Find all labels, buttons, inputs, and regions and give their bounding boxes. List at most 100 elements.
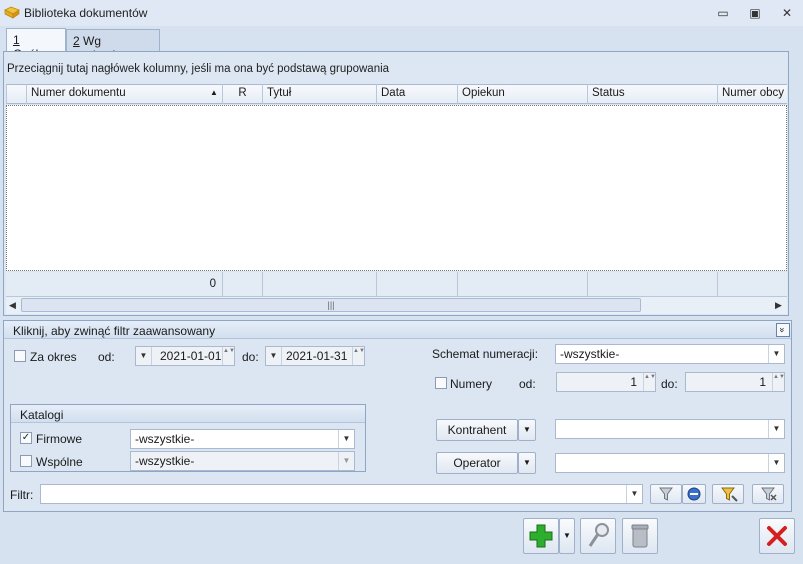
footer-cell-opiekun [457,272,587,297]
za-okres-label: Za okres [30,350,77,364]
tab-wg-atrybutow[interactable]: 2 Wg atrybutów [66,29,160,62]
numery-checkbox[interactable] [435,377,447,389]
checkmark-icon: ✓ [21,432,31,443]
apply-filter-button[interactable] [650,484,682,504]
numery-to-value: 1 [759,375,766,389]
column-numer-obcy[interactable]: Numer obcy [717,84,787,104]
filter-settings-button[interactable] [712,484,744,504]
minimize-icon: ▭ [717,6,729,20]
funnel-edit-icon [687,487,701,501]
katalogi-title: Katalogi [20,408,64,422]
group-by-hint[interactable]: Przeciągnij tutaj nagłówek kolumny, jeśl… [7,63,389,75]
filter-collapse-hint[interactable]: Kliknij, aby zwinąć filtr zaawansowany [13,324,215,338]
date-from-field[interactable]: ▼ 2021-01-01 ▲▼ [135,346,235,366]
kontrahent-dropdown-icon[interactable]: ▼ [768,420,784,438]
funnel-icon [659,487,673,501]
schemat-numeracji-label: Schemat numeracji: [432,347,539,361]
scrollbar-thumb[interactable]: ||| [21,298,641,312]
schemat-dropdown-icon[interactable]: ▼ [768,345,784,363]
minimize-button[interactable]: ▭ [714,5,732,21]
close-window-button[interactable]: ✕ [778,5,796,21]
add-menu-chevron-down-icon: ▼ [563,531,571,540]
date-from-spin-icon[interactable]: ▲▼ [222,347,235,365]
date-to-spin-icon[interactable]: ▲▼ [352,347,365,365]
column-opiekun[interactable]: Opiekun [457,84,587,104]
numery-from-value: 1 [630,375,637,389]
filtr-dropdown-icon[interactable]: ▼ [626,485,642,503]
footer-cell-status [587,272,717,297]
footer-cell-tytul [262,272,376,297]
numery-from-spin-icon[interactable]: ▲▼ [643,373,656,391]
collapse-filter-button[interactable]: » [776,323,790,337]
wspolne-select[interactable]: -wszystkie- ▼ [130,451,355,471]
date-from-label: od: [98,350,115,364]
column-r[interactable]: R [222,84,262,104]
firmowe-dropdown-icon[interactable]: ▼ [338,430,354,448]
column-data[interactable]: Data [376,84,457,104]
operator-menu-button[interactable]: ▼ [518,452,536,474]
grid-body[interactable] [6,105,787,271]
footer-cell-numer-obcy [717,272,787,297]
magnifier-icon [588,523,609,547]
wspolne-dropdown-icon[interactable]: ▼ [338,452,354,470]
kontrahent-select[interactable]: ▼ [555,419,785,439]
filtr-input[interactable]: ▼ [40,484,643,504]
close-red-x-icon [767,526,787,546]
clear-filter-button[interactable] [752,484,784,504]
grid-header-indicator [6,84,26,104]
date-to-dropdown-icon[interactable]: ▼ [266,347,282,365]
firmowe-select[interactable]: -wszystkie- ▼ [130,429,355,449]
sort-ascending-icon: ▲ [210,88,218,97]
firmowe-label: Firmowe [36,432,83,446]
add-document-menu-button[interactable]: ▼ [559,518,575,554]
date-to-field[interactable]: ▼ 2021-01-31 ▲▼ [265,346,365,366]
column-tytul[interactable]: Tytuł [262,84,376,104]
za-okres-checkbox[interactable] [14,350,26,362]
double-chevron-icon: » [777,327,788,333]
scroll-right-icon[interactable]: ▶ [775,300,782,311]
numery-from-label: od: [519,377,536,391]
filter-builder-button[interactable] [682,484,706,504]
add-document-button[interactable] [523,518,559,554]
folder-books-icon [4,6,20,19]
delete-document-button[interactable] [622,518,658,554]
date-from-value: 2021-01-01 [160,349,222,363]
scroll-left-icon[interactable]: ◀ [9,300,16,311]
wspolne-label: Wspólne [36,455,83,469]
footer-cell-data [376,272,457,297]
kontrahent-menu-button[interactable]: ▼ [518,419,536,441]
date-to-label: do: [242,350,259,364]
katalogi-header [11,405,365,423]
schemat-numeracji-select[interactable]: -wszystkie- ▼ [555,344,785,364]
trash-icon [631,524,649,548]
date-from-dropdown-icon[interactable]: ▼ [136,347,152,365]
scrollbar-grip: ||| [327,300,335,310]
operator-select[interactable]: ▼ [555,453,785,473]
numery-to-field[interactable]: 1 ▲▼ [685,372,785,392]
operator-button[interactable]: Operator [436,452,518,474]
operator-dropdown-icon[interactable]: ▼ [768,454,784,472]
restore-icon: ▣ [749,6,761,20]
wspolne-checkbox[interactable] [20,455,32,467]
wspolne-value: -wszystkie- [135,454,195,468]
funnel-clear-icon [761,487,777,501]
schemat-numeracji-value: -wszystkie- [560,347,620,361]
footer-cell-r [222,272,262,297]
column-status[interactable]: Status [587,84,717,104]
footer-record-count: 0 [209,278,216,290]
kontrahent-button[interactable]: Kontrahent [436,419,518,441]
funnel-wrench-icon [721,487,738,502]
firmowe-value: -wszystkie- [135,432,195,446]
filtr-label: Filtr: [10,488,34,502]
edit-document-button[interactable] [580,518,616,554]
numery-to-spin-icon[interactable]: ▲▼ [772,373,785,391]
close-icon: ✕ [781,6,793,20]
numery-from-field[interactable]: 1 ▲▼ [556,372,656,392]
column-numer-dokumentu[interactable]: Numer dokumentu ▲ [26,84,222,104]
date-to-value: 2021-01-31 [286,349,348,363]
tab-ogolne[interactable]: 1 Ogólne [6,28,66,61]
restore-button[interactable]: ▣ [746,5,764,21]
firmowe-checkbox[interactable]: ✓ [20,432,32,444]
numery-label: Numery [450,377,493,391]
close-dialog-button[interactable] [759,518,795,554]
